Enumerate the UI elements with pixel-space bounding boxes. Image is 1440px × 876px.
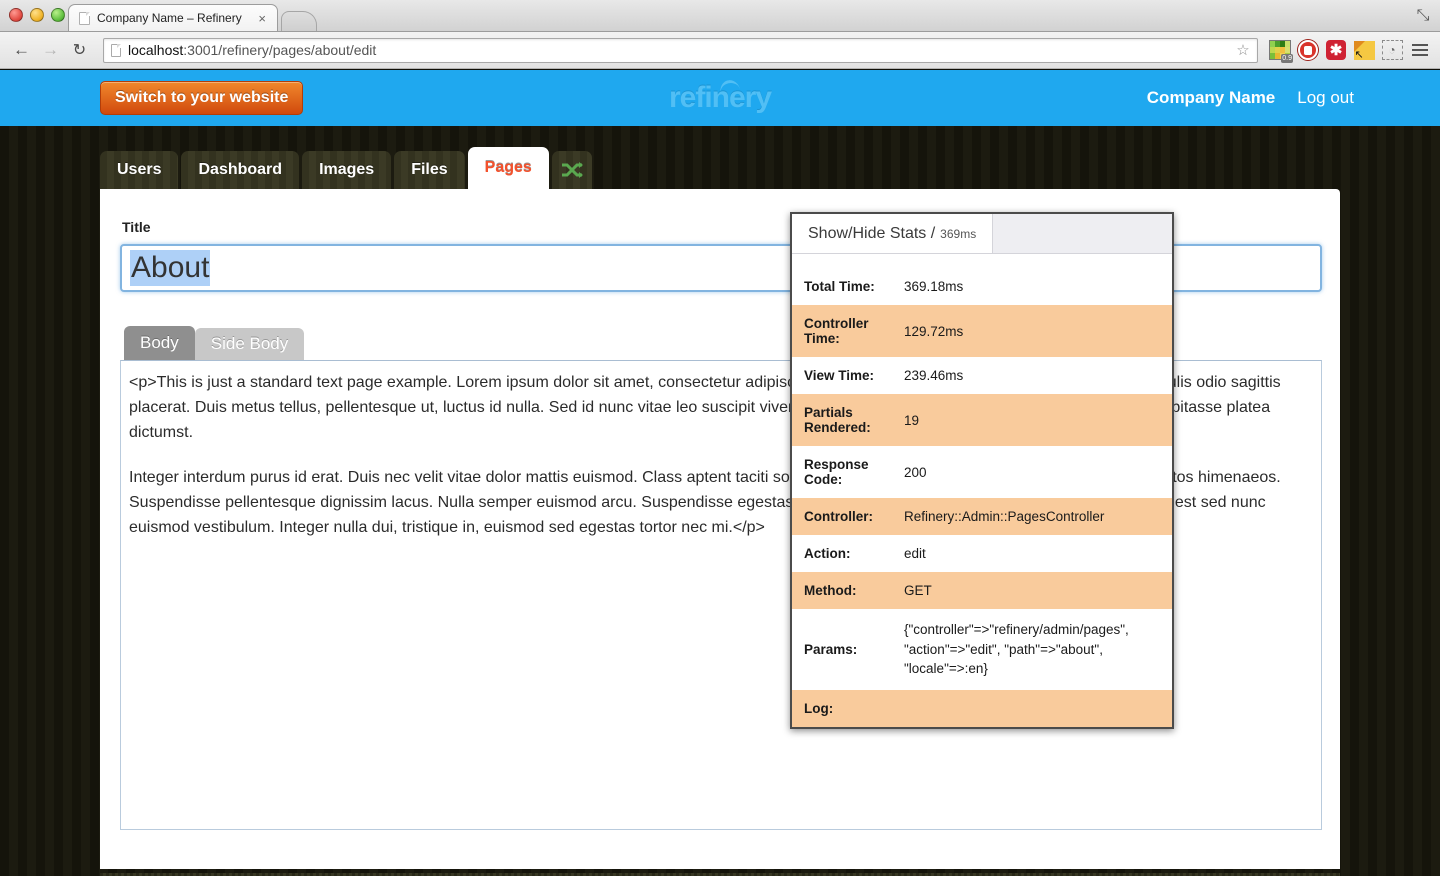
shuffle-icon: [561, 161, 583, 179]
refinery-header: Switch to your website refinery Company …: [0, 70, 1440, 126]
tab-pages[interactable]: Pages: [467, 147, 549, 189]
url-host: localhost: [128, 42, 184, 58]
close-window-button[interactable]: [9, 8, 23, 22]
stats-value: 369.18ms: [892, 268, 1172, 305]
stats-key: Response Code:: [792, 446, 892, 498]
forward-icon[interactable]: →: [37, 37, 64, 64]
stats-value: [892, 689, 1172, 727]
page-favicon: [79, 11, 90, 25]
title-input-value: About: [130, 250, 211, 286]
table-row: Params: {"controller"=>"refinery/admin/p…: [792, 609, 1172, 690]
stats-value: Refinery::Admin::PagesController: [892, 498, 1172, 535]
refinery-logo: refinery: [669, 78, 772, 115]
stats-value: 200: [892, 446, 1172, 498]
close-tab-icon[interactable]: ×: [255, 11, 269, 26]
tab-dashboard[interactable]: Dashboard: [181, 151, 300, 189]
tab-side-body[interactable]: Side Body: [194, 328, 305, 360]
stats-key: Controller Time:: [792, 305, 892, 357]
show-hide-stats-toggle[interactable]: Show/Hide Stats / 369ms: [792, 214, 994, 253]
stats-spacer-row: [792, 254, 1172, 268]
stats-value: GET: [892, 572, 1172, 609]
back-icon[interactable]: ←: [8, 37, 35, 64]
stats-key: View Time:: [792, 357, 892, 394]
color-picker-extension-icon[interactable]: 0.9: [1268, 38, 1293, 63]
adblock-extension-icon[interactable]: [1296, 38, 1320, 62]
table-row: Total Time: 369.18ms: [792, 268, 1172, 305]
bookmark-star-icon[interactable]: ☆: [1233, 40, 1253, 60]
folder-icon: [1353, 40, 1375, 61]
table-row: View Time: 239.46ms: [792, 357, 1172, 394]
company-name-link[interactable]: Company Name: [1147, 88, 1275, 108]
table-row: Action: edit: [792, 535, 1172, 572]
table-row: Controller Time: 129.72ms: [792, 305, 1172, 357]
table-row: Method: GET: [792, 572, 1172, 609]
table-row: Log:: [792, 689, 1172, 727]
stats-key: Partials Rendered:: [792, 394, 892, 446]
table-row: Controller: Refinery::Admin::PagesContro…: [792, 498, 1172, 535]
stats-key: Action:: [792, 535, 892, 572]
asterisk-icon: ✱: [1326, 40, 1346, 60]
browser-tab[interactable]: Company Name – Refinery ×: [68, 4, 278, 31]
evernote-extension-icon[interactable]: ◔: [1380, 38, 1404, 62]
zoom-window-button[interactable]: [51, 8, 65, 22]
reload-icon[interactable]: ↻: [66, 37, 93, 64]
tab-users[interactable]: Users: [100, 151, 179, 189]
table-row: Partials Rendered: 19: [792, 394, 1172, 446]
stats-value: {"controller"=>"refinery/admin/pages", "…: [892, 609, 1172, 690]
stats-key: Controller:: [792, 498, 892, 535]
tab-body[interactable]: Body: [124, 326, 195, 360]
page-viewport: Switch to your website refinery Company …: [0, 70, 1440, 876]
asterisk-extension-icon[interactable]: ✱: [1324, 38, 1348, 62]
stats-key: Method:: [792, 572, 892, 609]
browser-window: Company Name – Refinery × ⤡ ← → ↻ localh…: [0, 0, 1440, 876]
stats-panel: Show/Hide Stats / 369ms Total Time: 369.…: [790, 212, 1174, 729]
browser-menu-button[interactable]: [1408, 38, 1432, 62]
address-bar[interactable]: localhost:3001/refinery/pages/about/edit…: [103, 37, 1258, 63]
hamburger-icon: [1412, 44, 1428, 56]
window-controls: [9, 8, 65, 22]
tab-switch-order[interactable]: [551, 151, 592, 189]
stats-value: 129.72ms: [892, 305, 1172, 357]
new-tab-button[interactable]: [281, 11, 317, 31]
stats-table: Total Time: 369.18ms Controller Time: 12…: [792, 254, 1172, 727]
fullscreen-icon[interactable]: ⤡: [1412, 5, 1434, 27]
stop-hand-icon: [1298, 40, 1318, 60]
browser-tabstrip: Company Name – Refinery ×: [68, 4, 317, 31]
browser-navbar: ← → ↻ localhost:3001/refinery/pages/abou…: [0, 32, 1440, 69]
stats-value: 239.46ms: [892, 357, 1172, 394]
address-bar-text: localhost:3001/refinery/pages/about/edit: [128, 42, 1233, 58]
stats-key: Params:: [792, 609, 892, 690]
page-info-icon: [111, 43, 121, 57]
elephant-icon: ◔: [1381, 40, 1403, 60]
show-hide-stats-label: Show/Hide Stats /: [808, 224, 936, 242]
browser-titlebar: Company Name – Refinery × ⤡: [0, 0, 1440, 32]
switch-to-website-button[interactable]: Switch to your website: [100, 81, 304, 115]
logout-link[interactable]: Log out: [1297, 88, 1354, 108]
stats-value: edit: [892, 535, 1172, 572]
header-nav: Company Name Log out: [1147, 88, 1354, 108]
color-picker-badge: 0.9: [1281, 54, 1293, 63]
url-path: :3001/refinery/pages/about/edit: [183, 42, 377, 58]
admin-tabs: Users Dashboard Images Files Pages: [100, 147, 1440, 189]
tab-files[interactable]: Files: [394, 151, 465, 189]
minimize-window-button[interactable]: [30, 8, 44, 22]
stats-total-ms: 369ms: [940, 226, 977, 241]
stats-key: Total Time:: [792, 268, 892, 305]
stats-panel-header: Show/Hide Stats / 369ms: [792, 214, 1172, 254]
stats-key: Log:: [792, 689, 892, 727]
table-row: Response Code: 200: [792, 446, 1172, 498]
stats-value: 19: [892, 394, 1172, 446]
browser-tab-title: Company Name – Refinery: [97, 11, 242, 25]
tab-images[interactable]: Images: [302, 151, 392, 189]
folder-extension-icon[interactable]: [1352, 38, 1376, 62]
